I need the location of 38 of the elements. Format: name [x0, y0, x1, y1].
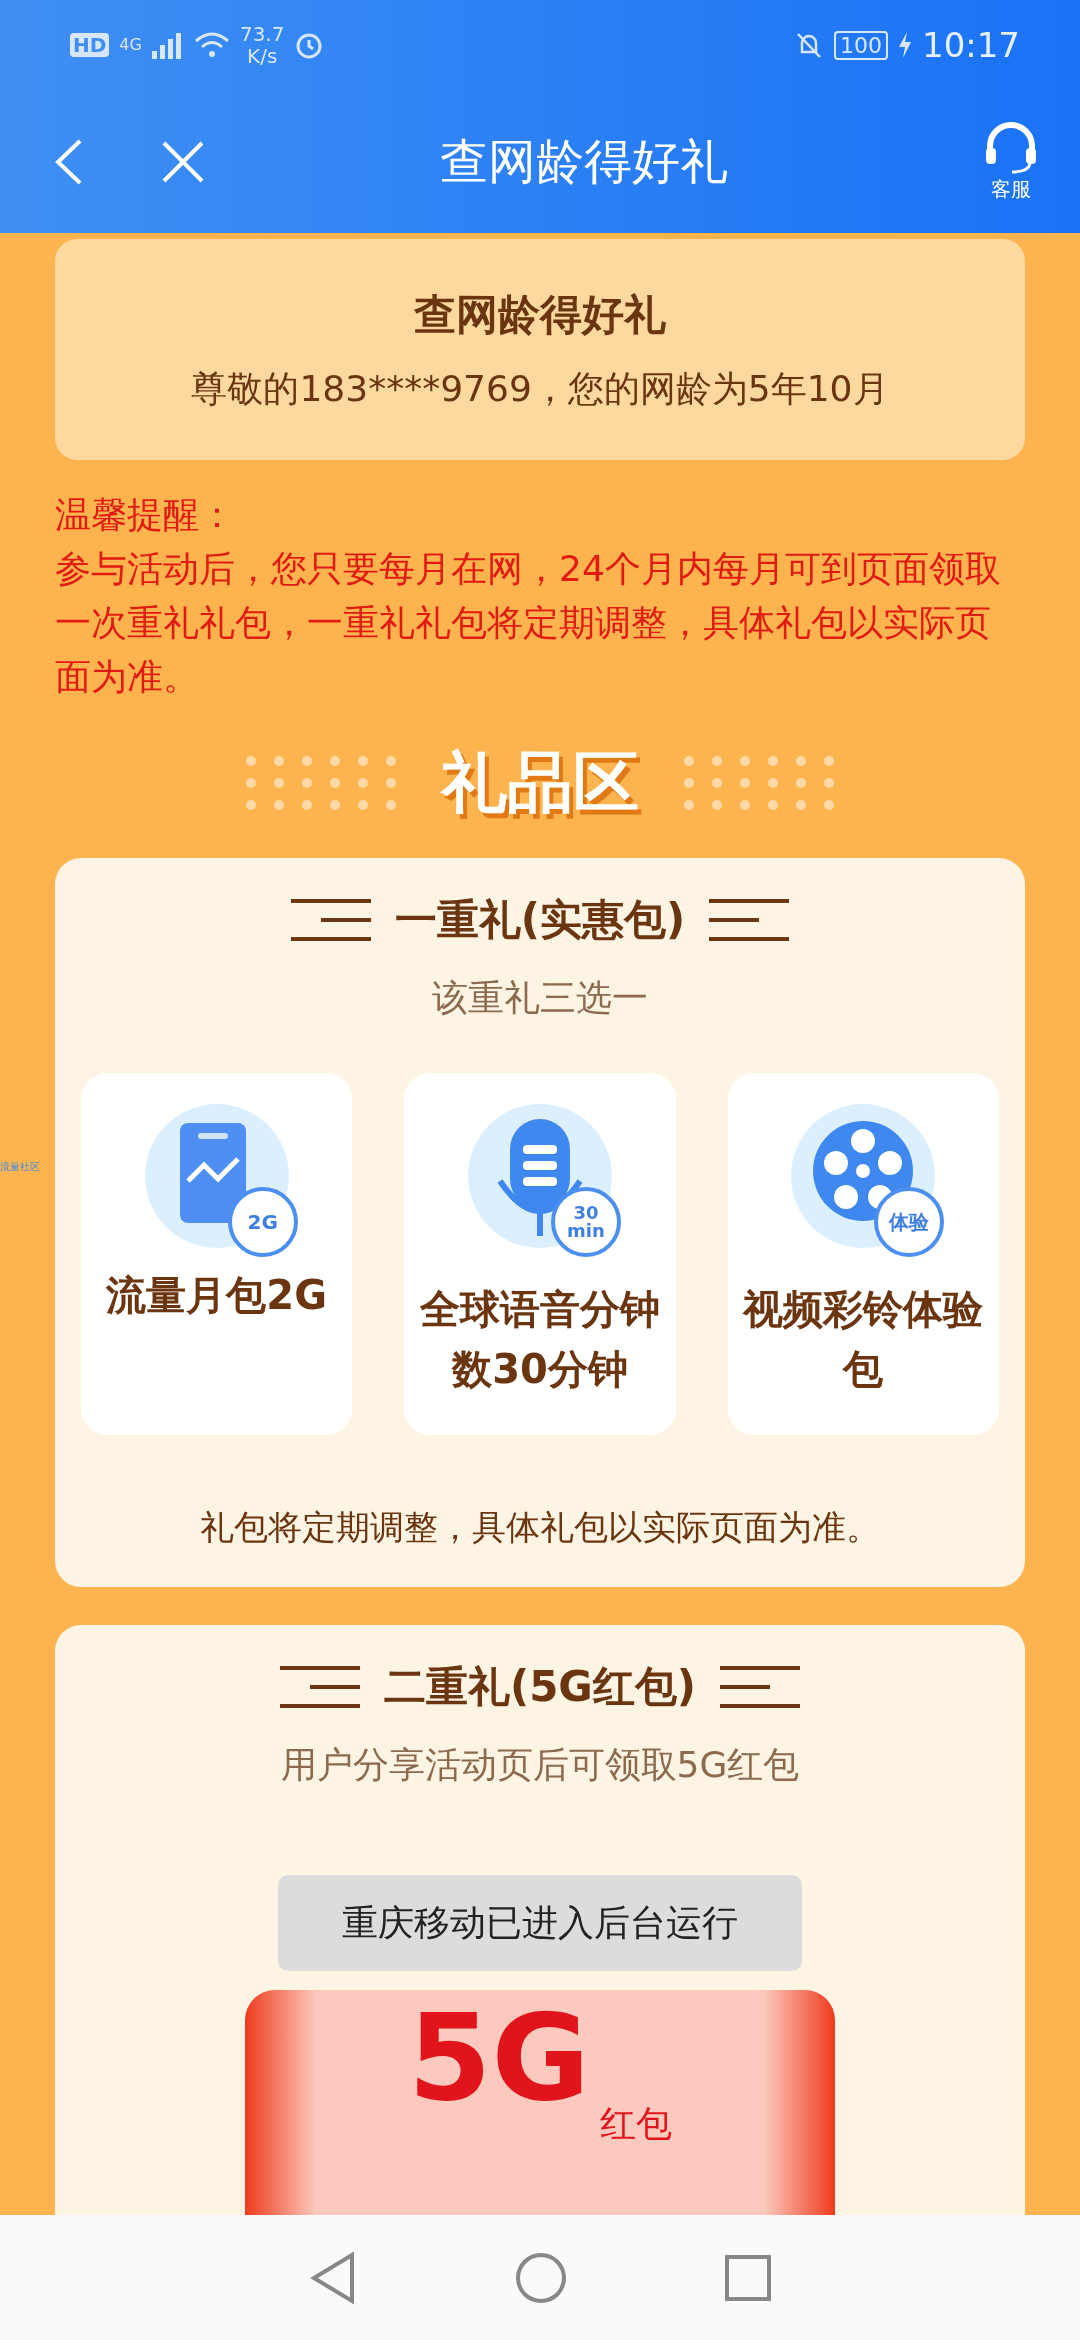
banner-subtext: 红包: [600, 2101, 672, 2146]
gift-option-label: 全球语音分钟数30分钟: [419, 1285, 661, 1394]
toast-message: 重庆移动已进入后台运行: [278, 1875, 802, 1971]
wifi-icon: [193, 31, 230, 59]
signal-icon: [151, 31, 184, 59]
network-age-text: 尊敬的183****9769，您的网龄为5年10月: [191, 367, 889, 411]
battery-level: 100: [834, 30, 888, 60]
page-title: 查网龄得好礼: [439, 131, 729, 191]
gift-option[interactable]: 2G 流量月包2G: [81, 1073, 353, 1435]
reminder-title: 温馨提醒：: [55, 493, 236, 537]
banner-headline: 5G: [408, 1998, 590, 2118]
lines-ornament-icon: [720, 1665, 801, 1709]
clock-time: 10:17: [922, 25, 1020, 65]
gift-title: 二重礼(5G红包): [383, 1661, 697, 1713]
recents-nav-button[interactable]: [723, 2253, 772, 2302]
charging-icon: [898, 32, 912, 58]
hd-indicator: HD: [70, 33, 110, 57]
lines-ornament-icon: [709, 898, 790, 942]
reminder-text: 参与活动后，您只要每月在网，24个月内每月可到页面领取一次重礼礼包，一重礼礼包将定期调整，具体礼包以实际页面为准。: [55, 547, 1002, 699]
gift-subtitle: 该重礼三选一: [432, 976, 648, 1020]
info-title: 查网龄得好礼: [414, 289, 666, 341]
lines-ornament-icon: [290, 898, 371, 942]
network-type: 4G: [119, 37, 142, 53]
icon-badge: 30 min: [551, 1187, 621, 1257]
icon-badge: 2G: [227, 1187, 298, 1257]
customer-service-button[interactable]: 客服: [972, 110, 1050, 213]
gift-option-label: 流量月包2G: [105, 1271, 328, 1320]
home-nav-button[interactable]: [515, 2251, 567, 2304]
gift-option[interactable]: 30 min 全球语音分钟数30分钟: [404, 1073, 676, 1435]
gift-option[interactable]: 体验 视频彩铃体验包: [727, 1073, 999, 1435]
gift-subtitle: 用户分享活动页后可领取5G红包: [280, 1743, 800, 1787]
gift-note: 礼包将定期调整，具体礼包以实际页面为准。: [200, 1506, 880, 1549]
gift-title: 一重礼(实惠包): [394, 894, 686, 946]
network-speed: 73.7 K/s: [239, 23, 285, 67]
lines-ornament-icon: [279, 1665, 360, 1709]
section-title: 礼品区: [441, 743, 639, 823]
icon-badge: 体验: [874, 1187, 945, 1257]
gift-option-label: 视频彩铃体验包: [741, 1285, 985, 1394]
